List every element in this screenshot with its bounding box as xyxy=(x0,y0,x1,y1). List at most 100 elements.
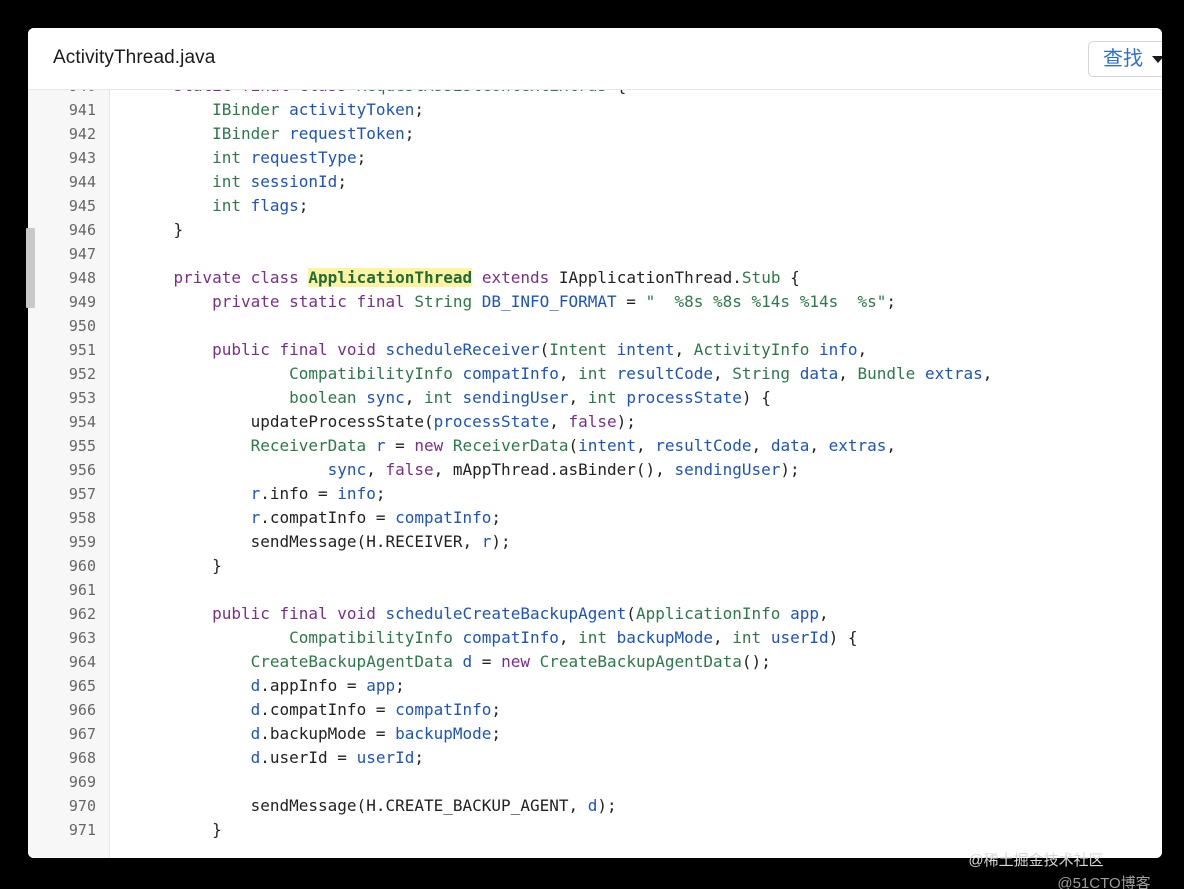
line-number: 947 xyxy=(68,245,96,263)
code-line: 950 xyxy=(28,314,992,338)
line-number: 961 xyxy=(68,581,96,599)
code-body: 940 static final class RequestAssistCont… xyxy=(28,90,1162,858)
code-token: = xyxy=(616,292,646,311)
code-token: flags xyxy=(250,196,299,215)
code-token: app xyxy=(366,676,396,695)
code-line: 957 r.info = info; xyxy=(28,482,992,506)
code-token: new xyxy=(501,652,530,671)
code-token: , mAppThread.asBinder(), xyxy=(433,460,675,479)
code-token: CreateBackupAgentData xyxy=(539,652,742,671)
code-line: 954 updateProcessState(processState, fal… xyxy=(28,410,992,434)
code-token: , xyxy=(674,340,694,359)
line-number: 971 xyxy=(68,821,96,839)
code-token: int xyxy=(212,196,241,215)
line-number: 962 xyxy=(68,605,96,623)
line-number: 944 xyxy=(68,173,96,191)
line-number: 957 xyxy=(68,485,96,503)
code-token: ; xyxy=(414,100,425,119)
code-token: updateProcessState( xyxy=(135,412,434,431)
line-number: 966 xyxy=(68,701,96,719)
code-token: compatInfo xyxy=(462,364,559,383)
code-token: ); xyxy=(780,460,800,479)
code-token: new xyxy=(414,436,444,455)
code-line: 948 private class ApplicationThread exte… xyxy=(28,266,992,290)
code-lines: 940 static final class RequestAssistCont… xyxy=(28,90,992,842)
code-token: CompatibilityInfo xyxy=(289,364,453,383)
code-token: , xyxy=(982,364,993,383)
code-token: ; xyxy=(395,676,405,695)
line-number: 948 xyxy=(68,269,96,287)
line-number: 955 xyxy=(68,437,96,455)
code-line-text: private class ApplicationThread extends … xyxy=(110,266,800,290)
code-token: boolean xyxy=(289,388,357,407)
find-button[interactable]: 查找 xyxy=(1088,41,1162,77)
code-token: , xyxy=(713,628,733,647)
code-line-text: CreateBackupAgentData d = new CreateBack… xyxy=(110,650,771,674)
line-number: 959 xyxy=(68,533,96,551)
vertical-scrollbar-track[interactable] xyxy=(26,28,35,858)
code-line: 966 d.compatInfo = compatInfo; xyxy=(28,698,992,722)
code-token: .compatInfo = xyxy=(260,508,396,527)
code-token: private static final xyxy=(212,292,405,311)
search-highlight: ApplicationThread xyxy=(308,268,473,287)
code-token: String xyxy=(732,364,791,383)
code-token: extras xyxy=(828,436,887,455)
code-token: ; xyxy=(886,292,897,311)
code-line-text: r.compatInfo = compatInfo; xyxy=(110,506,501,530)
code-token: , xyxy=(568,388,588,407)
code-line-text: int requestType; xyxy=(110,146,366,170)
code-line-text: public final void scheduleCreateBackupAg… xyxy=(110,602,829,626)
code-token: int xyxy=(732,628,762,647)
code-token: compatInfo xyxy=(462,628,559,647)
code-token: r xyxy=(481,532,492,551)
code-token: ); xyxy=(616,412,636,431)
code-scroll-area[interactable]: 940 static final class RequestAssistCont… xyxy=(28,90,1162,858)
code-token: ( xyxy=(568,436,579,455)
code-token: ReceiverData xyxy=(250,436,367,455)
code-token: ; xyxy=(404,124,415,143)
code-line: 949 private static final String DB_INFO_… xyxy=(28,290,992,314)
line-number: 940 xyxy=(28,90,110,98)
code-token: scheduleReceiver xyxy=(385,340,540,359)
code-token: , xyxy=(886,436,897,455)
code-line-text: IBinder activityToken; xyxy=(110,98,424,122)
code-token: int xyxy=(578,628,608,647)
code-token: ; xyxy=(491,508,502,527)
line-number: 941 xyxy=(68,101,96,119)
vertical-scrollbar-thumb[interactable] xyxy=(26,228,35,308)
code-viewer-card: ActivityThread.java 查找 940 static final … xyxy=(28,28,1162,858)
code-token: private class xyxy=(173,268,299,287)
code-line-text: ReceiverData r = new ReceiverData(intent… xyxy=(110,434,896,458)
code-token: , xyxy=(838,364,858,383)
code-token: Stub xyxy=(741,268,781,287)
code-token: = xyxy=(385,436,415,455)
line-number: 970 xyxy=(68,797,96,815)
code-token: ) { xyxy=(741,388,771,407)
code-token: , xyxy=(549,412,569,431)
code-token: sendingUser xyxy=(462,388,569,407)
code-line-text: d.backupMode = backupMode; xyxy=(110,722,501,746)
code-line-text: CompatibilityInfo compatInfo, int backup… xyxy=(110,626,857,650)
find-button-label: 查找 xyxy=(1103,48,1143,70)
line-number: 969 xyxy=(68,773,96,791)
code-token: public final void xyxy=(212,604,376,623)
